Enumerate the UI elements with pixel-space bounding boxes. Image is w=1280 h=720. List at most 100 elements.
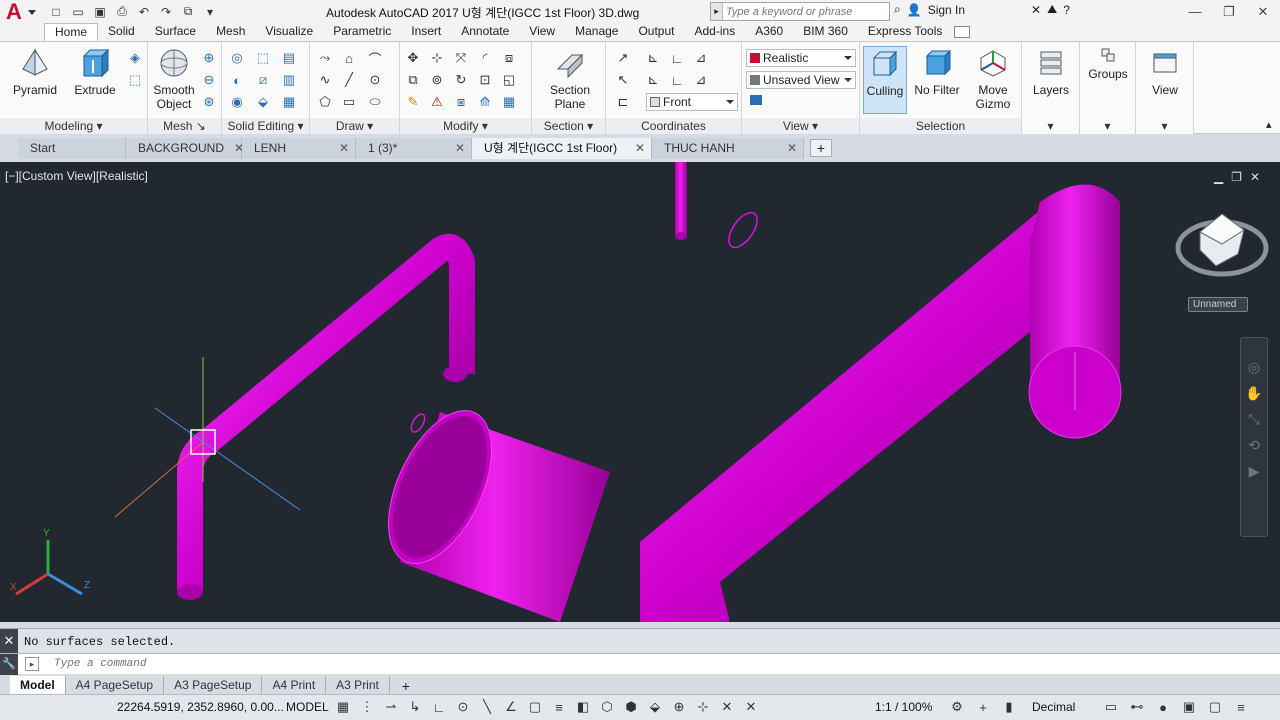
subtract-icon[interactable]: ◐	[228, 72, 246, 88]
application-menu-button[interactable]: A	[0, 0, 38, 23]
line-icon[interactable]: ⤳	[316, 50, 334, 66]
pyramid-button[interactable]: Pyramid	[10, 46, 60, 97]
close-tab-icon[interactable]: ✕	[455, 138, 465, 159]
ucs-icon[interactable]: ↗	[614, 50, 632, 66]
ucs-menu-dropdown[interactable]: Unnamed	[1188, 297, 1248, 312]
panel-title-view[interactable]: View ▾	[742, 118, 859, 134]
annotation-scale-dropdown[interactable]: 1:1 / 100%	[875, 700, 932, 714]
recent-commands-icon[interactable]: ▸	[25, 657, 39, 671]
close-tab-icon[interactable]: ✕	[635, 138, 645, 159]
circle-outline-1[interactable]	[723, 208, 762, 252]
panel-title-modify[interactable]: Modify ▾	[400, 118, 531, 134]
3d-osnap-icon[interactable]: ⬢	[622, 698, 640, 716]
panel-title-mesh[interactable]: Mesh ↘	[148, 118, 221, 134]
polygon-icon[interactable]: ⬠	[316, 94, 334, 110]
layout-tab-a3-print[interactable]: A3 Print	[326, 676, 390, 694]
tab-mesh[interactable]: Mesh	[206, 23, 255, 41]
autoscale-icon[interactable]: ✕	[742, 698, 760, 716]
circle-icon[interactable]: ⊙	[366, 72, 384, 88]
ucs-view-icon[interactable]: ⊿	[692, 50, 710, 66]
fillet-icon[interactable]: ◜	[476, 50, 494, 66]
ucs-world-icon[interactable]: ⊾	[644, 50, 662, 66]
vp-minimize-icon[interactable]: ▁	[1214, 170, 1223, 184]
3d-rotate-icon[interactable]: ⊚	[428, 72, 446, 88]
workspace-gear-icon[interactable]: ⚙	[948, 698, 966, 716]
viewport-controls-label[interactable]: [−][Custom View][Realistic]	[5, 169, 148, 183]
help-search-input[interactable]	[723, 5, 883, 18]
rectangle-icon[interactable]: ▭	[340, 94, 358, 110]
tab-annotate[interactable]: Annotate	[451, 23, 519, 41]
refine-mesh-icon[interactable]: ⊛	[200, 94, 218, 110]
vp-restore-icon[interactable]: ❐	[1231, 170, 1242, 184]
file-tab-active-drawing[interactable]: U형 계단(IGCC 1st Floor) 3D*✕	[472, 138, 652, 176]
visual-style-dropdown[interactable]: Realistic	[746, 49, 856, 67]
file-tab-1-3[interactable]: 1 (3)* ✕	[356, 138, 472, 159]
object-snap-tracking-icon[interactable]: ∠	[502, 698, 520, 716]
polyline-icon[interactable]: ⌂	[340, 50, 358, 66]
polysolid-icon[interactable]: ⬚	[126, 72, 144, 88]
quick-properties-icon[interactable]: ▭	[1102, 698, 1120, 716]
ucs-z-axis-icon[interactable]: ⊏	[614, 94, 632, 110]
ribbon-minimize-icon[interactable]	[954, 26, 971, 38]
layout-tab-model[interactable]: Model	[10, 676, 66, 694]
isodraft-icon[interactable]: ╲	[478, 698, 496, 716]
coordinates-readout[interactable]: 22264.5919, 2352.8960, 0.00...	[117, 700, 284, 714]
binoculars-icon[interactable]: ⌕	[894, 2, 901, 17]
tab-visualize[interactable]: Visualize	[255, 23, 323, 41]
union-icon[interactable]: ◎	[228, 50, 246, 66]
tab-express-tools[interactable]: Express Tools	[858, 23, 952, 41]
isolate-objects-icon[interactable]: ●	[1154, 698, 1172, 716]
large-pipe-run[interactable]	[640, 184, 1122, 623]
3d-array-icon[interactable]: ▦	[500, 94, 518, 110]
undo-icon[interactable]: ↶	[134, 3, 154, 21]
view-direction-dropdown[interactable]: Front	[646, 93, 738, 111]
ortho-icon[interactable]: ∟	[430, 698, 448, 716]
selection-cycling-icon[interactable]: ⬡	[598, 698, 616, 716]
scale-icon[interactable]: ⊡	[476, 72, 494, 88]
shell-icon[interactable]: ▦	[280, 94, 298, 110]
close-tab-icon[interactable]: ✕	[339, 138, 349, 159]
navigation-bar[interactable]: ◎ ✋ ⤡ ⟲ ▶	[1240, 337, 1268, 537]
array-icon[interactable]: ◱	[500, 72, 518, 88]
print-icon[interactable]: ⎙	[112, 3, 132, 21]
xline-icon[interactable]: ╱	[340, 72, 358, 88]
file-tab-start[interactable]: Start	[18, 138, 126, 159]
section-plane-button[interactable]: Section Plane	[542, 46, 598, 111]
restore-icon[interactable]: ❐	[1212, 0, 1246, 23]
tab-parametric[interactable]: Parametric	[323, 23, 401, 41]
groups-expand[interactable]: ▾	[1080, 118, 1135, 134]
layers-button[interactable]: Layers	[1028, 46, 1074, 97]
snap-icon[interactable]: ⋮	[358, 698, 376, 716]
lineweight-icon[interactable]: ≡	[550, 698, 568, 716]
file-tab-background[interactable]: BACKGROUND ✕	[126, 138, 244, 159]
rotate-icon[interactable]: ↻	[452, 72, 470, 88]
units-dropdown[interactable]: Decimal	[1032, 700, 1075, 714]
offset-icon[interactable]: ⧈	[500, 50, 518, 66]
lock-ui-icon[interactable]: ⊷	[1128, 698, 1146, 716]
view-expand[interactable]: ▾	[1136, 118, 1193, 134]
separate-icon[interactable]: ▥	[280, 72, 298, 88]
open-icon[interactable]: ▭	[68, 3, 88, 21]
spline-icon[interactable]: ∿	[316, 72, 334, 88]
culling-button[interactable]: Culling	[863, 46, 907, 114]
tab-add-ins[interactable]: Add-ins	[685, 23, 746, 41]
annotation-monitor-icon[interactable]: +	[974, 698, 992, 716]
object-snap-icon[interactable]: ▢	[526, 698, 544, 716]
redo-icon[interactable]: ↷	[156, 3, 176, 21]
infer-constraints-icon[interactable]: ⇀	[382, 698, 400, 716]
close-tab-icon[interactable]: ✕	[787, 138, 797, 159]
intersect-icon[interactable]: ◉	[228, 94, 246, 110]
stretch-icon[interactable]: ⤧	[452, 50, 470, 66]
transparency-icon[interactable]: ◧	[574, 698, 592, 716]
qat-menu-icon[interactable]: ▾	[200, 3, 220, 21]
hardware-acceleration-icon[interactable]: ▣	[1180, 698, 1198, 716]
new-layout-button[interactable]: +	[396, 678, 416, 694]
file-tab-lenh-sweep[interactable]: LENH SWEEP*✕	[242, 138, 356, 176]
tab-solid[interactable]: Solid	[98, 23, 145, 41]
tab-insert[interactable]: Insert	[401, 23, 451, 41]
vertical-pipe-top[interactable]	[675, 162, 687, 240]
selection-filter-icon[interactable]: ⊕	[670, 698, 688, 716]
extrude-button[interactable]: Extrude	[70, 46, 120, 97]
gizmo-icon[interactable]: ⊹	[694, 698, 712, 716]
arc-icon[interactable]: ⌒	[366, 50, 384, 67]
